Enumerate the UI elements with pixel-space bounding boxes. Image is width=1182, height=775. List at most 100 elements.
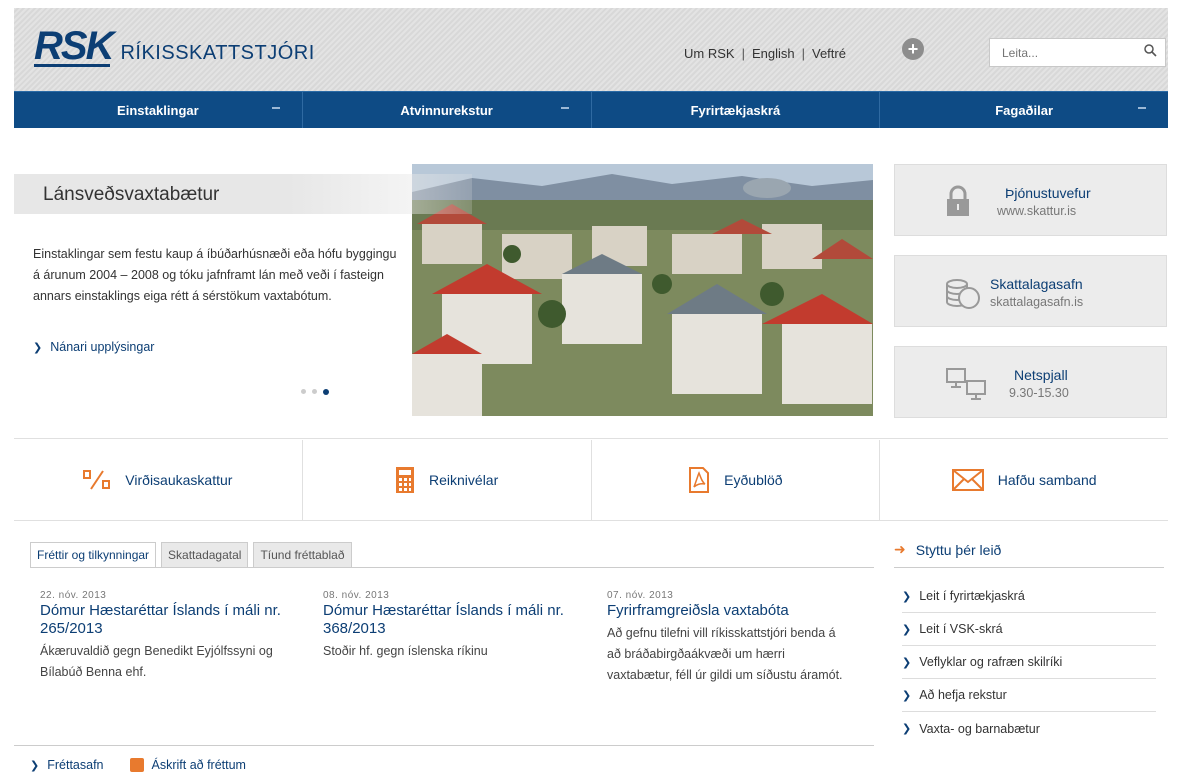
shortcut-label: Að hefja rekstur: [919, 688, 1007, 702]
search-input[interactable]: [990, 39, 1130, 66]
shortcut-label: Leit í VSK-skrá: [919, 622, 1003, 636]
chevron-right-icon: ❯: [902, 623, 912, 636]
shortcut-item[interactable]: ❯ Leit í fyrirtækjaskrá: [902, 580, 1156, 613]
chevron-right-icon: ❯: [902, 723, 912, 735]
chevron-right-icon: ❯: [33, 342, 43, 354]
hero-more-link[interactable]: ❯ Nánari upplýsingar: [33, 340, 154, 354]
quick-link-label: Virðisaukaskattur: [125, 472, 233, 488]
chevron-down-icon[interactable]: [1138, 107, 1146, 109]
shortcut-item[interactable]: ❯ Veflyklar og rafræn skilríki: [902, 646, 1156, 679]
shortcut-item[interactable]: ❯ Vaxta- og barnabætur: [902, 712, 1156, 745]
separator: |: [801, 46, 805, 61]
quick-link-calculators[interactable]: Reiknivélar: [303, 440, 592, 520]
top-links: Um RSK | English | Veftré: [684, 46, 846, 61]
news-date: 22. nóv. 2013: [40, 590, 107, 601]
service-box-thjonustuvefur[interactable]: Þjónustuvefur www.skattur.is: [894, 164, 1167, 236]
shortcut-item[interactable]: ❯ Leit í VSK-skrá: [902, 613, 1156, 646]
search-icon[interactable]: [1144, 44, 1157, 60]
box-title: Skattalagasafn: [990, 276, 1083, 292]
plus-icon[interactable]: +: [902, 38, 924, 60]
service-box-netspjall[interactable]: Netspjall 9.30-15.30: [894, 346, 1167, 418]
chevron-down-icon[interactable]: [271, 107, 280, 109]
nav-item-fagadilar[interactable]: Fagaðilar: [880, 92, 1168, 128]
carousel-dot[interactable]: [312, 389, 317, 394]
envelope-icon: [951, 469, 984, 491]
tab-news[interactable]: Fréttir og tilkynningar: [30, 542, 157, 568]
news-desc: Ákæruvaldið gegn Benedikt Eyjólfssyni og…: [40, 644, 273, 679]
chevron-right-icon: ❯: [902, 590, 912, 603]
news-title[interactable]: Dómur Hæstaréttar Íslands í máli nr. 368…: [323, 602, 588, 638]
carousel-dots: [301, 389, 329, 395]
nav-label: Fyrirtækjaskrá: [690, 102, 781, 118]
shortcut-label: Veflyklar og rafræn skilríki: [919, 655, 1063, 669]
chevron-right-icon: ❯: [902, 656, 912, 669]
percent-icon: [83, 470, 111, 490]
news-archive-link[interactable]: Fréttasafn: [47, 758, 103, 772]
shortcuts-title: Styttu þér leið: [915, 541, 1002, 558]
news-item: 07. nóv. 2013 Fyrirframgreiðsla vaxtabót…: [607, 590, 847, 686]
link-um-rsk[interactable]: Um RSK: [684, 46, 735, 61]
logo[interactable]: RSK RÍKISSKATTSTJÓRI: [34, 24, 315, 69]
news-item: 22. nóv. 2013 Dómur Hæstaréttar Íslands …: [40, 590, 305, 683]
hero-image[interactable]: [412, 164, 873, 416]
news-date: 07. nóv. 2013: [607, 590, 674, 601]
divider: [14, 520, 1168, 521]
database-icon: [945, 278, 981, 315]
quick-link-label: Eyðublöð: [724, 472, 783, 488]
news-footer-links: ❯ Fréttasafn Áskrift að fréttum: [30, 758, 246, 772]
quick-link-label: Reiknivélar: [429, 472, 499, 488]
divider: [14, 438, 1168, 439]
nav-item-atvinnurekstur[interactable]: Atvinnurekstur: [303, 92, 592, 128]
hero-link-label: Nánari upplýsingar: [50, 340, 155, 354]
shortcut-label: Leit í fyrirtækjaskrá: [919, 589, 1025, 603]
news-title[interactable]: Dómur Hæstaréttar Íslands í máli nr. 265…: [40, 602, 305, 638]
carousel-dot-active[interactable]: [323, 389, 329, 395]
pdf-icon: [688, 466, 710, 494]
service-box-skattalagasafn[interactable]: Skattalagasafn skattalagasafn.is: [894, 255, 1167, 327]
quick-link-contact[interactable]: Hafðu samband: [880, 440, 1168, 520]
calculator-icon: [395, 466, 415, 494]
site-header: RSK RÍKISSKATTSTJÓRI Um RSK | English | …: [14, 8, 1168, 91]
shortcut-item[interactable]: ❯ Að hefja rekstur: [902, 679, 1156, 712]
search-box: [989, 38, 1166, 67]
hero-title: Lánsveðsvaxtabætur: [14, 174, 472, 214]
news-tabs: Fréttir og tilkynningar Skattadagatal Tí…: [30, 542, 352, 568]
rss-icon[interactable]: [129, 758, 144, 772]
link-english[interactable]: English: [752, 46, 795, 61]
box-subtitle: 9.30-15.30: [1009, 386, 1069, 400]
box-subtitle: skattalagasafn.is: [990, 295, 1084, 309]
news-desc: Að gefnu tilefni vill ríkisskattstjóri b…: [607, 626, 843, 682]
quick-link-vat[interactable]: Virðisaukaskattur: [14, 440, 303, 520]
shortcuts-heading: ➜ Styttu þér leið: [894, 541, 1001, 558]
nav-label: Fagaðilar: [995, 102, 1054, 118]
nav-label: Atvinnurekstur: [400, 102, 493, 118]
box-title: Þjónustuvefur: [1005, 185, 1091, 201]
quick-link-forms[interactable]: Eyðublöð: [592, 440, 881, 520]
link-veftre[interactable]: Veftré: [812, 46, 846, 61]
hero-text: Einstaklingar sem festu kaup á íbúðarhús…: [33, 247, 397, 303]
chevron-right-icon: ❯: [902, 689, 912, 702]
tab-tiund[interactable]: Tíund fréttablað: [253, 542, 352, 568]
news-item: 08. nóv. 2013 Dómur Hæstaréttar Íslands …: [323, 590, 588, 662]
separator: |: [741, 46, 745, 61]
computers-icon: [945, 367, 989, 406]
arrow-right-icon: ➜: [894, 541, 906, 557]
quick-links: Virðisaukaskattur Reiknivélar Eyðublöð H…: [14, 440, 1168, 520]
carousel-dot[interactable]: [301, 389, 306, 394]
nav-label: Einstaklingar: [117, 102, 199, 118]
shortcuts-list: ❯ Leit í fyrirtækjaskrá ❯ Leit í VSK-skrá …: [902, 580, 1156, 745]
nav-item-einstaklingar[interactable]: Einstaklingar: [14, 92, 303, 128]
hero-carousel: Lánsveðsvaxtabætur Einstaklingar sem fes…: [14, 164, 874, 416]
lock-icon: [945, 185, 971, 222]
tab-tax-calendar[interactable]: Skattadagatal: [161, 542, 249, 568]
logo-text[interactable]: RÍKISSKATTSTJÓRI: [120, 42, 314, 65]
news-title[interactable]: Fyrirframgreiðsla vaxtabóta: [607, 602, 847, 620]
logo-mark[interactable]: RSK: [34, 24, 114, 69]
chevron-right-icon: ❯: [30, 759, 40, 772]
quick-link-label: Hafðu samband: [997, 472, 1097, 488]
chevron-down-icon[interactable]: [560, 107, 569, 109]
subscribe-link[interactable]: Áskrift að fréttum: [152, 758, 246, 772]
news-desc: Stoðir hf. gegn íslenska ríkinu: [323, 644, 488, 658]
divider: [14, 745, 874, 746]
nav-item-fyrirtaekjaskra[interactable]: Fyrirtækjaskrá: [592, 92, 881, 128]
